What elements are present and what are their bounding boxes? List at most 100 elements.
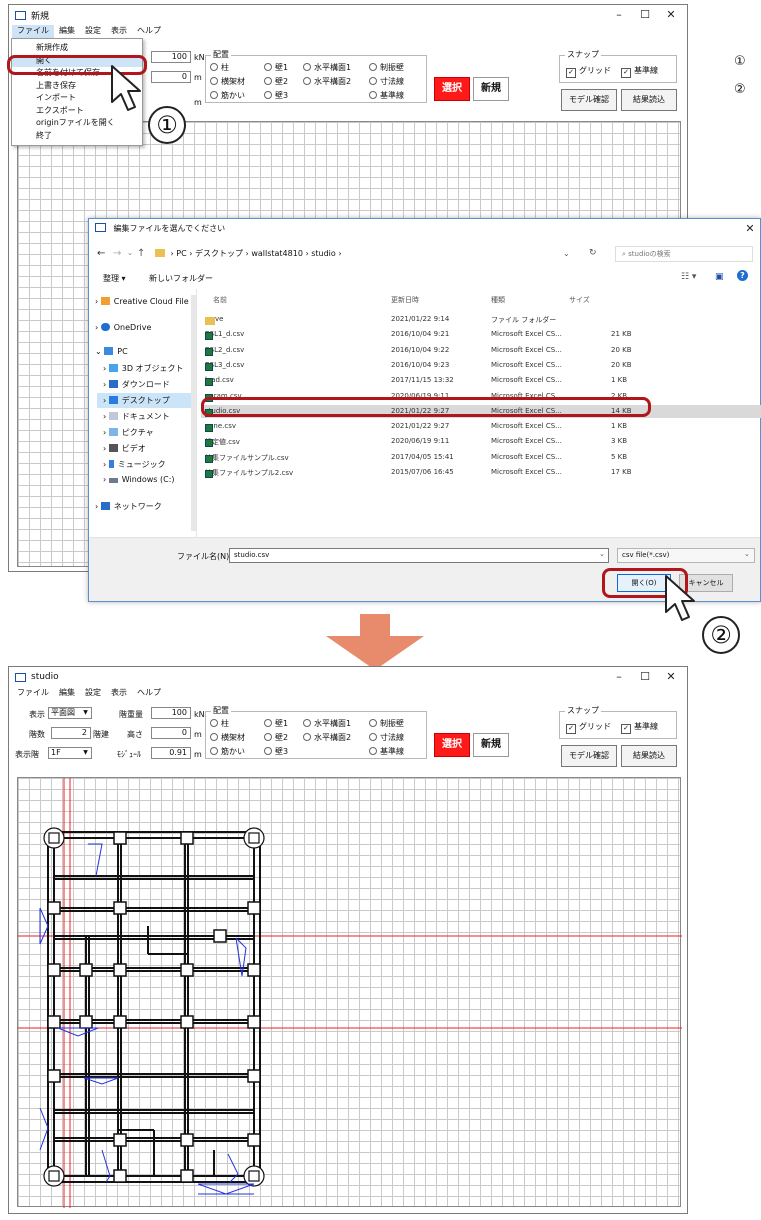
module-input[interactable]: 0.91 (151, 747, 191, 759)
file-row[interactable]: 編集ファイルサンプル.csv 2017/04/05 15:41 Microsoft … (201, 451, 761, 464)
filename-input[interactable]: studio.csv (229, 548, 609, 563)
nav-pictures[interactable]: › ピクチャ (103, 427, 154, 438)
select-button-2[interactable]: 選択 (434, 733, 470, 757)
nav-documents[interactable]: › ドキュメント (103, 411, 170, 422)
radio-wall3[interactable]: 壁3 (264, 90, 288, 101)
breadcrumb-studio[interactable]: studio (311, 249, 336, 258)
maximize-icon[interactable]: ☐ (635, 8, 655, 21)
file-row[interactable]: BSL1_d.csv 2016/10/04 9:21 Microsoft Excel… (201, 328, 761, 341)
model-check-button-2[interactable]: モデル確認 (561, 745, 617, 767)
menu-file[interactable]: ファイル (12, 25, 54, 39)
recent-dropdown-icon[interactable]: ⌄ (127, 249, 133, 257)
radio-beam-2[interactable]: 横架材 (210, 732, 245, 743)
menu-settings-2[interactable]: 設定 (80, 687, 106, 701)
menu-help[interactable]: ヘルプ (132, 25, 166, 39)
radio-beam[interactable]: 横架材 (210, 76, 245, 87)
radio-dimension-2[interactable]: 寸法線 (369, 732, 404, 743)
nav-network[interactable]: › ネットワーク (95, 501, 162, 512)
breadcrumb-desktop[interactable]: デスクトップ (195, 249, 243, 258)
back-icon[interactable]: ← (97, 248, 105, 259)
nav-pc[interactable]: ⌄ PC (95, 347, 128, 356)
radio-wall1-2[interactable]: 壁1 (264, 718, 288, 729)
radio-baseline[interactable]: 基準線 (369, 90, 404, 101)
radio-brace[interactable]: 筋かい (210, 90, 245, 101)
file-row[interactable]: BSL3_d.csv 2016/10/04 9:23 Microsoft Excel… (201, 359, 761, 372)
menu-view-2[interactable]: 表示 (106, 687, 132, 701)
nav-onedrive[interactable]: › OneDrive (95, 323, 151, 332)
breadcrumb-wallstat[interactable]: wallstat4810 (251, 249, 303, 258)
snap-grid-checkbox[interactable]: グリッド (566, 65, 611, 78)
radio-damper-wall-2[interactable]: 制振壁 (369, 718, 404, 729)
dialog-close-icon[interactable]: ✕ (740, 222, 760, 235)
view-options-icon[interactable]: ☷ ▾ (681, 272, 696, 282)
preview-pane-icon[interactable]: ▣ (715, 272, 724, 282)
filetype-select[interactable]: csv file(*.csv) (617, 548, 755, 563)
height-input-2[interactable]: 0 (151, 727, 191, 739)
nav-3d-objects[interactable]: › 3D オブジェクト (103, 363, 184, 374)
col-date[interactable]: 更新日時 (391, 295, 419, 305)
close-icon[interactable]: ✕ (661, 8, 681, 21)
search-field[interactable]: ⌕ studioの検索 (615, 246, 753, 262)
nav-scrollbar[interactable] (191, 295, 196, 531)
radio-wall3-2[interactable]: 壁3 (264, 746, 288, 757)
new-folder-button[interactable]: 新しいフォルダー (149, 273, 213, 284)
radio-brace-2[interactable]: 筋かい (210, 746, 245, 757)
nav-windows-c[interactable]: › Windows (C:) (103, 475, 175, 484)
address-bar[interactable]: › PC › デスクトップ › wallstat4810 › studio › (151, 246, 611, 262)
radio-wall1[interactable]: 壁1 (264, 62, 288, 73)
menu-edit[interactable]: 編集 (54, 25, 80, 39)
file-row[interactable]: 設定値.csv 2020/06/19 9:11 Microsoft Excel CS… (201, 435, 761, 448)
menu-view[interactable]: 表示 (106, 25, 132, 39)
nav-creative-cloud[interactable]: › Creative Cloud File (95, 297, 189, 306)
menu-file-2[interactable]: ファイル (12, 687, 54, 701)
file-row[interactable]: wave 2021/01/22 9:14 ファイル フォルダー (201, 313, 761, 326)
radio-baseline-2[interactable]: 基準線 (369, 746, 404, 757)
radio-dimension[interactable]: 寸法線 (369, 76, 404, 87)
new-button[interactable]: 新規 (473, 77, 509, 101)
col-type[interactable]: 種類 (491, 295, 505, 305)
menu-help-2[interactable]: ヘルプ (132, 687, 166, 701)
nav-music[interactable]: › ミュージック (103, 459, 166, 470)
filename-dropdown-icon[interactable]: ⌄ (599, 550, 605, 558)
radio-horizontal1[interactable]: 水平構面1 (303, 62, 351, 73)
close-icon-2[interactable]: ✕ (661, 670, 681, 683)
select-button[interactable]: 選択 (434, 77, 470, 101)
radio-column[interactable]: 柱 (210, 62, 229, 73)
refresh-icon[interactable]: ↻ (589, 248, 597, 258)
file-row[interactable]: load.csv 2017/11/15 13:32 Microsoft Excel … (201, 374, 761, 387)
organize-button[interactable]: 整理 ▾ (103, 273, 126, 284)
plan-grid-area-2[interactable] (17, 777, 682, 1208)
menu-edit-2[interactable]: 編集 (54, 687, 80, 701)
forward-icon[interactable]: → (113, 248, 121, 259)
minimize-icon-2[interactable]: – (609, 670, 629, 683)
floors-input[interactable]: 2 (51, 727, 91, 739)
snap-grid-checkbox-2[interactable]: グリッド (566, 721, 611, 734)
nav-downloads[interactable]: › ダウンロード (103, 379, 170, 390)
radio-horizontal2[interactable]: 水平構面2 (303, 76, 351, 87)
snap-baseline-checkbox[interactable]: 基準線 (621, 65, 658, 78)
new-button-2[interactable]: 新規 (473, 733, 509, 757)
menu-settings[interactable]: 設定 (80, 25, 106, 39)
result-load-button-2[interactable]: 結果読込 (621, 745, 677, 767)
radio-wall2[interactable]: 壁2 (264, 76, 288, 87)
model-check-button[interactable]: モデル確認 (561, 89, 617, 111)
snap-baseline-checkbox-2[interactable]: 基準線 (621, 721, 658, 734)
radio-column-2[interactable]: 柱 (210, 718, 229, 729)
maximize-icon-2[interactable]: ☐ (635, 670, 655, 683)
menu-item-exit[interactable]: 終了 (12, 130, 142, 143)
file-row[interactable]: 編集ファイルサンプル2.csv 2015/07/06 16:45 Microsoft… (201, 466, 761, 479)
radio-wall2-2[interactable]: 壁2 (264, 732, 288, 743)
file-row[interactable]: yane.csv 2021/01/22 9:27 Microsoft Excel C… (201, 420, 761, 433)
file-row[interactable]: BSL2_d.csv 2016/10/04 9:22 Microsoft Excel… (201, 344, 761, 357)
nav-videos[interactable]: › ビデオ (103, 443, 146, 454)
menu-item-new[interactable]: 新規作成 (12, 42, 142, 55)
col-name[interactable]: 名前 (213, 295, 227, 305)
minimize-icon[interactable]: – (609, 8, 629, 21)
floor-load-input-2[interactable]: 100 (151, 707, 191, 719)
col-size[interactable]: サイズ (569, 295, 590, 305)
view-select[interactable]: 平面図 ▼ (48, 707, 92, 719)
breadcrumb-pc[interactable]: PC (176, 249, 186, 258)
result-load-button[interactable]: 結果読込 (621, 89, 677, 111)
address-dropdown-icon[interactable]: ⌄ (563, 249, 570, 258)
help-icon[interactable]: ? (737, 270, 748, 281)
